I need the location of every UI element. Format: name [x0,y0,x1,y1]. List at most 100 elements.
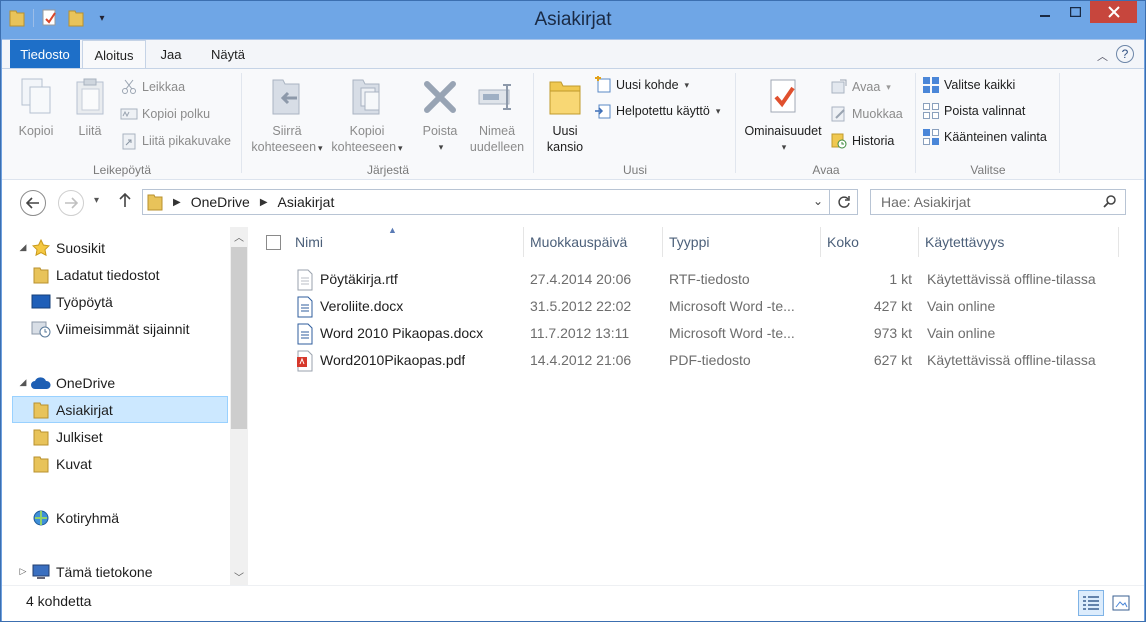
copy-button[interactable]: Kopioi [14,75,58,139]
column-header-modified-label: Muokkauspäivä [530,234,628,250]
nav-label: Julkiset [56,428,103,445]
large-icons-view-button[interactable] [1108,590,1134,616]
select-all-checkbox[interactable] [266,234,281,250]
refresh-icon[interactable] [829,190,857,214]
nav-item-favorites[interactable]: ◢ Suosikit [16,234,242,261]
cut-button[interactable]: Leikkaa [120,77,185,97]
move-to-dropdown-arrow: ▾ [318,143,323,153]
nav-item-desktop[interactable]: Työpöytä [30,288,256,315]
properties-icon [763,75,803,119]
delete-dropdown-arrow: ▾ [438,142,444,152]
open-button[interactable]: Avaa ▾ [830,77,891,97]
nav-item-homegroup[interactable]: Kotiryhmä [30,504,256,531]
up-arrow-icon[interactable] [118,192,132,211]
folder-icon [30,454,52,474]
scrollbar-thumb[interactable] [231,247,247,429]
folder-icon [147,193,167,211]
details-view-button[interactable] [1078,590,1104,616]
column-header-type[interactable]: Tyyppi [663,227,821,257]
copy-path-icon [120,105,138,123]
nav-item-documents[interactable]: Asiakirjat [12,396,228,423]
copy-to-button[interactable]: Kopioi kohteeseen ▾ [328,75,406,156]
breadcrumb-asiakirjat[interactable]: Asiakirjat [278,194,335,210]
properties-button[interactable]: Ominaisuudet ▾ [740,75,826,155]
new-folder-button[interactable]: Uusi kansio [540,75,590,155]
search-icon[interactable] [1103,194,1117,211]
invert-selection-label: Käänteinen valinta [944,130,1047,144]
delete-label: Poista [422,124,458,138]
table-row[interactable]: Word 2010 Pikaopas.docx 11.7.2012 13:11 … [254,320,1122,347]
move-to-label-1: Siirrä [272,124,302,138]
scroll-up-arrow-icon[interactable]: ︿ [230,227,248,245]
new-folder-icon [545,75,585,119]
easy-access-button[interactable]: Helpotettu käyttö ▾ [594,101,720,121]
back-button[interactable] [20,190,46,216]
rename-button[interactable]: Nimeä uudelleen [464,75,530,155]
maximize-button[interactable] [1060,1,1090,23]
pdf-file-icon [297,350,313,372]
select-none-button[interactable]: Poista valinnat [922,101,1025,121]
properties-dropdown-arrow: ▾ [781,142,787,152]
properties-label: Ominaisuudet [744,124,822,138]
nav-label: OneDrive [56,374,116,391]
paste-icon [70,75,110,119]
column-header-name[interactable]: Nimi [295,234,323,250]
tab-file[interactable]: Tiedosto [10,40,80,69]
word-file-icon [297,296,313,318]
select-all-button[interactable]: Valitse kaikki [922,75,1015,95]
invert-selection-button[interactable]: Käänteinen valinta [922,127,1047,147]
address-history-chevron-icon[interactable]: ⌄ [813,194,823,208]
collapse-chevron-icon[interactable]: ◢ [16,377,30,388]
file-type: Microsoft Word -te... [669,325,795,341]
history-button[interactable]: Historia [830,131,894,151]
breadcrumb-separator-icon[interactable]: ▶ [173,197,181,208]
table-row[interactable]: Pöytäkirja.rtf 27.4.2014 20:06 RTF-tiedo… [254,266,1122,293]
large-icons-view-icon [1112,595,1130,611]
file-modified: 11.7.2012 13:11 [530,325,630,341]
help-icon[interactable]: ? [1116,45,1134,63]
ribbon: Kopioi Liitä Leikkaa Kopioi polku Liitä … [2,68,1144,180]
new-item-label: Uusi kohde [616,78,679,92]
tab-share[interactable]: Jaa [150,40,192,69]
nav-item-downloads[interactable]: Ladatut tiedostot [30,261,256,288]
close-button[interactable] [1090,1,1137,23]
collapse-chevron-icon[interactable]: ◢ [16,242,30,253]
breadcrumb-separator-icon[interactable]: ▶ [260,197,268,208]
nav-item-recent-places[interactable]: Viimeisimmät sijainnit [30,315,256,342]
column-header-availability[interactable]: Käytettävyys [919,227,1119,257]
recent-locations-chevron-icon[interactable]: ▾ [94,195,99,206]
nav-label: Asiakirjat [56,401,113,418]
search-placeholder: Hae: Asiakirjat [881,194,971,210]
move-to-button[interactable]: Siirrä kohteeseen ▾ [248,75,326,156]
scroll-down-arrow-icon[interactable]: ﹀ [230,567,248,585]
tab-view[interactable]: Näytä [198,40,258,69]
file-availability: Käytettävissä offline-tilassa [927,271,1096,287]
minimize-ribbon-chevron-icon[interactable]: ︿ [1097,48,1108,64]
nav-item-this-pc[interactable]: ▷ Tämä tietokone [16,558,242,585]
explorer-window: ▾ Asiakirjat Tiedosto Aloitus Jaa Näytä … [0,0,1146,622]
paste-button[interactable]: Liitä [68,75,112,139]
nav-scrollbar[interactable]: ︿ ﹀ [230,227,248,585]
breadcrumb-onedrive[interactable]: OneDrive [191,194,250,210]
paste-label: Liitä [78,124,102,138]
tab-home[interactable]: Aloitus [82,40,146,70]
column-header-size[interactable]: Koko [821,227,919,257]
table-row[interactable]: Veroliite.docx 31.5.2012 22:02 Microsoft… [254,293,1122,320]
nav-item-public[interactable]: Julkiset [30,423,256,450]
column-header-modified[interactable]: Muokkauspäivä [524,227,663,257]
new-item-button[interactable]: Uusi kohde ▾ [594,75,689,95]
file-availability: Käytettävissä offline-tilassa [927,352,1096,368]
file-modified: 31.5.2012 22:02 [530,298,632,314]
copy-path-button[interactable]: Kopioi polku [120,104,210,124]
forward-button[interactable] [58,190,84,216]
minimize-button[interactable] [1030,1,1060,23]
expand-chevron-icon[interactable]: ▷ [16,566,30,577]
table-row[interactable]: Word2010Pikaopas.pdf 14.4.2012 21:06 PDF… [254,347,1122,374]
nav-item-pictures[interactable]: Kuvat [30,450,256,477]
delete-button[interactable]: Poista ▾ [416,75,464,155]
paste-shortcut-button[interactable]: Liitä pikakuvake [120,131,231,151]
edit-button[interactable]: Muokkaa [830,104,903,124]
address-bar[interactable]: ▶ OneDrive ▶ Asiakirjat ⌄ [142,189,858,215]
nav-item-onedrive[interactable]: ◢ OneDrive [16,369,242,396]
search-input[interactable]: Hae: Asiakirjat [870,189,1126,215]
